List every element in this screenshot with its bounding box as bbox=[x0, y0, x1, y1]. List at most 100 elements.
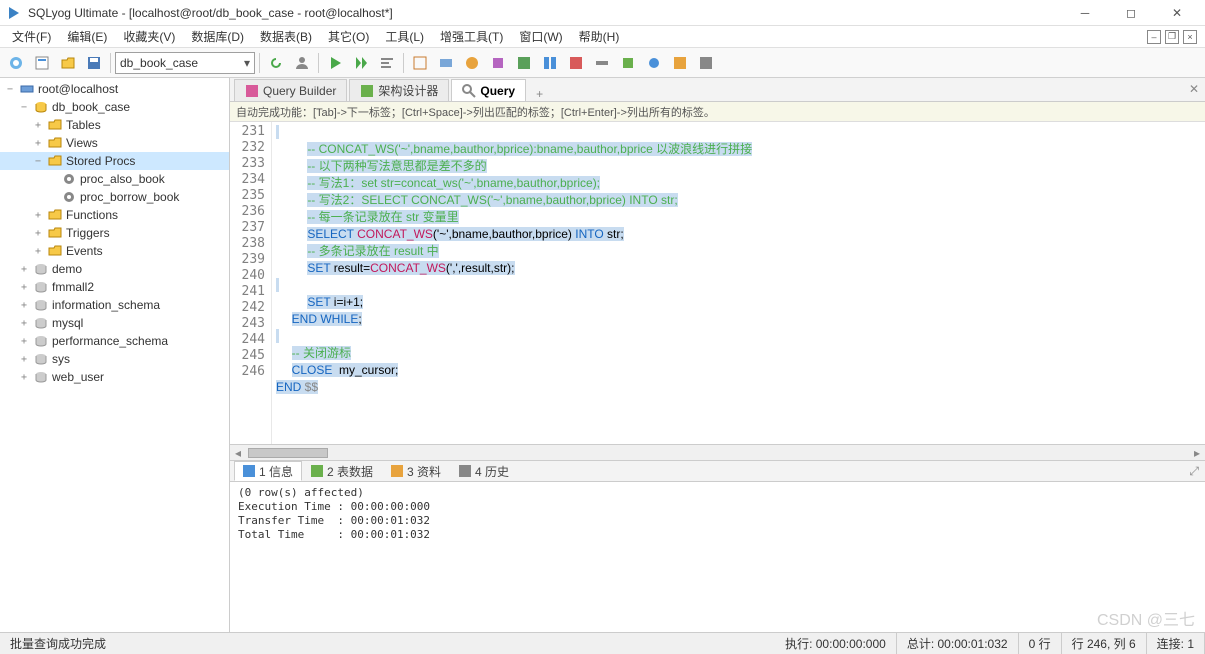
tb-tool7-icon[interactable] bbox=[564, 51, 588, 75]
menu-tools[interactable]: 工具(L) bbox=[377, 26, 432, 47]
editor-tabs: Query Builder 架构设计器 Query + ✕ bbox=[230, 78, 1205, 102]
scroll-left-icon[interactable]: ◂ bbox=[230, 446, 246, 460]
collapse-icon[interactable]: − bbox=[18, 102, 30, 113]
qb-icon bbox=[245, 84, 259, 98]
database-combo[interactable]: db_book_case ▾ bbox=[115, 52, 255, 74]
horizontal-scrollbar[interactable]: ◂ ▸ bbox=[230, 444, 1205, 460]
code-content[interactable]: -- CONCAT_WS('~',bname,bauthor,bprice):b… bbox=[272, 122, 1205, 444]
tb-new-query-icon[interactable] bbox=[30, 51, 54, 75]
result-tab-objinfo[interactable]: 3 资料 bbox=[382, 461, 450, 481]
result-tab-history[interactable]: 4 历史 bbox=[450, 461, 518, 481]
tree-db-sys[interactable]: +sys bbox=[0, 350, 229, 368]
result-tab-info[interactable]: 1 信息 bbox=[234, 461, 302, 481]
mdi-controls: – ❐ × bbox=[1147, 30, 1201, 44]
expand-icon[interactable]: + bbox=[18, 372, 30, 383]
mdi-restore-button[interactable]: ❐ bbox=[1165, 30, 1179, 44]
tb-execute-icon[interactable] bbox=[323, 51, 347, 75]
expand-icon[interactable]: + bbox=[18, 318, 30, 329]
tree-views[interactable]: +Views bbox=[0, 134, 229, 152]
tb-tool8-icon[interactable] bbox=[590, 51, 614, 75]
editor-area: Query Builder 架构设计器 Query + ✕ 自动完成功能：[Ta… bbox=[230, 78, 1205, 632]
expand-icon[interactable]: + bbox=[18, 282, 30, 293]
minimize-button[interactable]: ─ bbox=[1063, 1, 1107, 25]
tree-proc-borrow-book[interactable]: proc_borrow_book bbox=[0, 188, 229, 206]
menu-edit[interactable]: 编辑(E) bbox=[59, 26, 115, 47]
expand-icon[interactable]: + bbox=[18, 300, 30, 311]
proc-icon bbox=[61, 189, 77, 205]
menu-table[interactable]: 数据表(B) bbox=[252, 26, 320, 47]
tb-execute-all-icon[interactable] bbox=[349, 51, 373, 75]
expand-icon[interactable]: + bbox=[18, 354, 30, 365]
tb-tool5-icon[interactable] bbox=[512, 51, 536, 75]
tb-format-icon[interactable] bbox=[375, 51, 399, 75]
tree-db-information-schema[interactable]: +information_schema bbox=[0, 296, 229, 314]
expand-icon[interactable]: + bbox=[18, 336, 30, 347]
sql-editor[interactable]: 231 232 233 234 235 236 237 238 239 240 … bbox=[230, 122, 1205, 444]
maximize-button[interactable]: ◻ bbox=[1109, 1, 1153, 25]
menu-database[interactable]: 数据库(D) bbox=[183, 26, 252, 47]
tab-schema-designer[interactable]: 架构设计器 bbox=[349, 79, 449, 101]
tb-tool6-icon[interactable] bbox=[538, 51, 562, 75]
tree-root[interactable]: −root@localhost bbox=[0, 80, 229, 98]
tree-db-demo[interactable]: +demo bbox=[0, 260, 229, 278]
result-tab-tabledata[interactable]: 2 表数据 bbox=[302, 461, 382, 481]
collapse-icon[interactable]: − bbox=[32, 156, 44, 167]
tree-tables[interactable]: +Tables bbox=[0, 116, 229, 134]
scroll-thumb[interactable] bbox=[248, 448, 328, 458]
menu-others[interactable]: 其它(O) bbox=[320, 26, 377, 47]
menu-favorites[interactable]: 收藏夹(V) bbox=[115, 26, 183, 47]
tb-tool4-icon[interactable] bbox=[486, 51, 510, 75]
tb-tool1-icon[interactable] bbox=[408, 51, 432, 75]
close-button[interactable]: ✕ bbox=[1155, 1, 1199, 25]
tab-query[interactable]: Query bbox=[451, 79, 526, 101]
expand-icon[interactable]: + bbox=[18, 264, 30, 275]
tb-open-icon[interactable] bbox=[56, 51, 80, 75]
tb-new-connection-icon[interactable] bbox=[4, 51, 28, 75]
tb-tool2-icon[interactable] bbox=[434, 51, 458, 75]
tb-refresh-icon[interactable] bbox=[264, 51, 288, 75]
tab-query-builder[interactable]: Query Builder bbox=[234, 79, 347, 101]
result-expand-icon[interactable]: ⤢ bbox=[1189, 464, 1199, 479]
app-icon bbox=[6, 5, 22, 21]
scroll-right-icon[interactable]: ▸ bbox=[1189, 446, 1205, 460]
menu-window[interactable]: 窗口(W) bbox=[511, 26, 570, 47]
tree-db-mysql[interactable]: +mysql bbox=[0, 314, 229, 332]
tb-tool9-icon[interactable] bbox=[616, 51, 640, 75]
tb-user-icon[interactable] bbox=[290, 51, 314, 75]
tree-db-web-user[interactable]: +web_user bbox=[0, 368, 229, 386]
tree-db-bookcase[interactable]: −db_book_case bbox=[0, 98, 229, 116]
tree-functions[interactable]: +Functions bbox=[0, 206, 229, 224]
clock-icon bbox=[459, 465, 471, 477]
tree-proc-also-book[interactable]: proc_also_book bbox=[0, 170, 229, 188]
expand-icon[interactable]: + bbox=[32, 138, 44, 149]
tb-tool11-icon[interactable] bbox=[668, 51, 692, 75]
menu-powertools[interactable]: 增强工具(T) bbox=[432, 26, 511, 47]
tabs-close-icon[interactable]: ✕ bbox=[1189, 82, 1199, 96]
tb-tool12-icon[interactable] bbox=[694, 51, 718, 75]
mdi-min-button[interactable]: – bbox=[1147, 30, 1161, 44]
expand-icon[interactable]: + bbox=[32, 210, 44, 221]
tb-tool3-icon[interactable] bbox=[460, 51, 484, 75]
folder-icon bbox=[47, 225, 63, 241]
tb-tool10-icon[interactable] bbox=[642, 51, 666, 75]
folder-icon bbox=[47, 117, 63, 133]
tree-db-performance-schema[interactable]: +performance_schema bbox=[0, 332, 229, 350]
folder-icon bbox=[47, 207, 63, 223]
expand-icon[interactable]: + bbox=[32, 228, 44, 239]
menu-file[interactable]: 文件(F) bbox=[4, 26, 59, 47]
collapse-icon[interactable]: − bbox=[4, 84, 16, 95]
sd-icon bbox=[360, 84, 374, 98]
expand-icon[interactable]: + bbox=[32, 246, 44, 257]
tree-stored-procs[interactable]: −Stored Procs bbox=[0, 152, 229, 170]
menu-help[interactable]: 帮助(H) bbox=[571, 26, 628, 47]
tb-save-icon[interactable] bbox=[82, 51, 106, 75]
tree-db-fmmall2[interactable]: +fmmall2 bbox=[0, 278, 229, 296]
mdi-close-button[interactable]: × bbox=[1183, 30, 1197, 44]
object-browser[interactable]: −root@localhost −db_book_case +Tables +V… bbox=[0, 78, 230, 632]
expand-icon[interactable]: + bbox=[32, 120, 44, 131]
separator bbox=[259, 53, 260, 73]
folder-icon bbox=[47, 243, 63, 259]
tree-events[interactable]: +Events bbox=[0, 242, 229, 260]
tree-triggers[interactable]: +Triggers bbox=[0, 224, 229, 242]
tab-add-icon[interactable]: + bbox=[528, 87, 551, 101]
